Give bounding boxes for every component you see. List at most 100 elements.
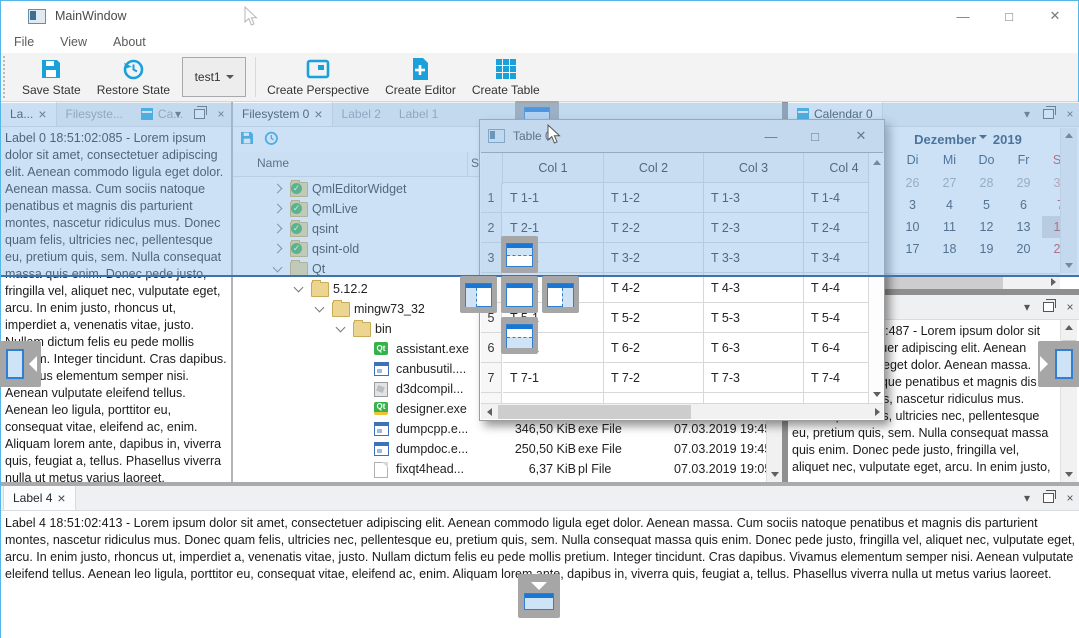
table-cell[interactable]: T 1-1 — [503, 183, 604, 213]
table-cell[interactable]: T 1-3 — [704, 183, 804, 213]
table-cell[interactable]: T 6-2 — [604, 333, 704, 363]
detach-icon[interactable] — [1043, 493, 1054, 503]
tabs-menu-button[interactable]: ▾ — [1020, 491, 1034, 505]
perspective-select[interactable]: test1 — [182, 57, 246, 97]
scroll-up-button[interactable] — [1061, 320, 1077, 335]
scroll-thumb[interactable] — [498, 405, 691, 419]
collapse-icon[interactable] — [273, 263, 283, 273]
expand-icon[interactable] — [273, 224, 283, 234]
drop-indicator-bottom-edge[interactable] — [518, 574, 560, 618]
table-cell[interactable]: T 7-1 — [503, 363, 604, 393]
table-cell[interactable]: T 4-3 — [704, 273, 804, 303]
close-icon[interactable]: × — [38, 107, 46, 121]
collapse-icon[interactable] — [336, 323, 346, 333]
scroll-right-button[interactable] — [1046, 275, 1060, 289]
calendar-day[interactable]: 29 — [1005, 172, 1042, 194]
calendar-day[interactable]: 7 — [1042, 194, 1060, 216]
tab-label0[interactable]: La... × — [1, 102, 57, 126]
drop-indicator-right-edge[interactable] — [1038, 341, 1079, 387]
scroll-right-button[interactable] — [870, 405, 883, 419]
calendar-year[interactable]: 2019 — [993, 132, 1022, 147]
table-cell[interactable]: T 4-2 — [604, 273, 704, 303]
tabs-menu-button[interactable]: ▾ — [171, 107, 185, 121]
calendar-day[interactable]: 30 — [1042, 172, 1060, 194]
calendar-day[interactable]: 11 — [931, 216, 968, 238]
menu-view[interactable]: View — [47, 35, 100, 49]
tree-item[interactable]: dumpcpp.e...346,50 KiBexe File07.03.2019… — [233, 419, 764, 439]
calendar-day[interactable]: 27 — [931, 172, 968, 194]
calendar-day[interactable]: 20 — [1005, 238, 1042, 260]
table-row-header[interactable]: 1 — [481, 183, 502, 213]
calendar-day[interactable]: 17 — [894, 238, 931, 260]
minimize-button[interactable]: — — [940, 1, 986, 31]
maximize-button[interactable]: □ — [794, 120, 836, 152]
table-cell[interactable]: T 2-3 — [704, 213, 804, 243]
close-icon[interactable]: × — [57, 491, 65, 505]
create-table-button[interactable]: Create Table — [464, 53, 548, 101]
calendar-day[interactable]: 4 — [931, 194, 968, 216]
table-row-header[interactable]: 3 — [481, 243, 502, 273]
calendar-day[interactable]: 12 — [968, 216, 1005, 238]
scroll-left-button[interactable] — [482, 405, 496, 419]
toolbar-handle[interactable] — [3, 56, 12, 98]
scroll-down-button[interactable] — [1061, 467, 1077, 482]
table-hscrollbar[interactable] — [481, 403, 883, 419]
drop-indicator-left-edge[interactable] — [0, 341, 41, 387]
calendar-day[interactable]: 21 — [1042, 238, 1060, 260]
collapse-icon[interactable] — [315, 303, 325, 313]
table-cell[interactable]: T 5-2 — [604, 303, 704, 333]
close-panel-button[interactable]: × — [1063, 300, 1077, 314]
drop-indicator-split-right[interactable] — [542, 276, 579, 313]
table-cell[interactable]: T 2-2 — [604, 213, 704, 243]
scroll-up-button[interactable] — [869, 155, 883, 169]
expand-icon[interactable] — [273, 204, 283, 214]
calendar-month[interactable]: Dezember — [914, 132, 976, 147]
scroll-down-button[interactable] — [869, 387, 883, 401]
tab-label4[interactable]: Label 4 × — [3, 486, 76, 510]
expand-icon[interactable] — [273, 184, 283, 194]
table-row-header[interactable]: 6 — [481, 333, 502, 363]
menu-about[interactable]: About — [100, 35, 159, 49]
create-perspective-button[interactable]: Create Perspective — [259, 53, 377, 101]
restore-state-button[interactable]: Restore State — [89, 53, 178, 101]
detach-icon[interactable] — [1043, 109, 1054, 119]
table-column-header[interactable]: Col 2 — [604, 153, 704, 183]
title-bar[interactable]: MainWindow — [1, 1, 1078, 31]
table-row-header[interactable]: 7 — [481, 363, 502, 393]
calendar-day[interactable]: 28 — [968, 172, 1005, 194]
calendar-day[interactable]: 13 — [1005, 216, 1042, 238]
table-column-header[interactable]: Col 1 — [503, 153, 604, 183]
close-panel-button[interactable]: × — [1063, 491, 1077, 505]
calendar-day[interactable]: 10 — [894, 216, 931, 238]
tab-filesystem1[interactable]: Filesyste... — [57, 102, 132, 126]
scroll-down-button[interactable] — [767, 466, 783, 482]
calendar-day[interactable]: 26 — [894, 172, 931, 194]
expand-icon[interactable] — [273, 244, 283, 254]
drop-indicator-split-left[interactable] — [460, 276, 497, 313]
save-state-button[interactable]: Save State — [14, 53, 89, 101]
detach-icon[interactable] — [1043, 302, 1054, 312]
minimize-button[interactable]: — — [750, 120, 792, 152]
table-cell[interactable]: T 7-3 — [704, 363, 804, 393]
tree-item[interactable]: fixqt4head...6,37 KiBpl File07.03.2019 1… — [233, 459, 764, 479]
table-vscrollbar[interactable] — [868, 153, 883, 403]
table-cell[interactable]: T 7-2 — [604, 363, 704, 393]
cal-vscrollbar[interactable] — [1060, 128, 1077, 273]
calendar-day[interactable]: 3 — [894, 194, 931, 216]
table-cell[interactable]: T 1-2 — [604, 183, 704, 213]
tree-item[interactable]: dumpdoc.e...250,50 KiBexe File07.03.2019… — [233, 439, 764, 459]
table-cell[interactable]: T 5-3 — [704, 303, 804, 333]
close-panel-button[interactable]: × — [214, 107, 228, 121]
calendar-day[interactable]: 6 — [1005, 194, 1042, 216]
table-cell[interactable]: T 3-2 — [604, 243, 704, 273]
close-panel-button[interactable]: × — [1063, 107, 1077, 121]
close-button[interactable]: ✕ — [1032, 1, 1078, 31]
maximize-button[interactable]: □ — [986, 1, 1032, 31]
drop-indicator-center[interactable] — [501, 276, 538, 313]
table-cell[interactable]: T 6-3 — [704, 333, 804, 363]
close-button[interactable]: ✕ — [840, 120, 882, 152]
menu-file[interactable]: File — [1, 35, 47, 49]
floating-table-window[interactable]: Table 0 — □ ✕ Col 1Col 2Col 3Col 4 1T 1-… — [479, 119, 885, 421]
drop-indicator-split-bottom[interactable] — [501, 317, 538, 354]
calendar-day[interactable]: 14 — [1042, 216, 1060, 238]
